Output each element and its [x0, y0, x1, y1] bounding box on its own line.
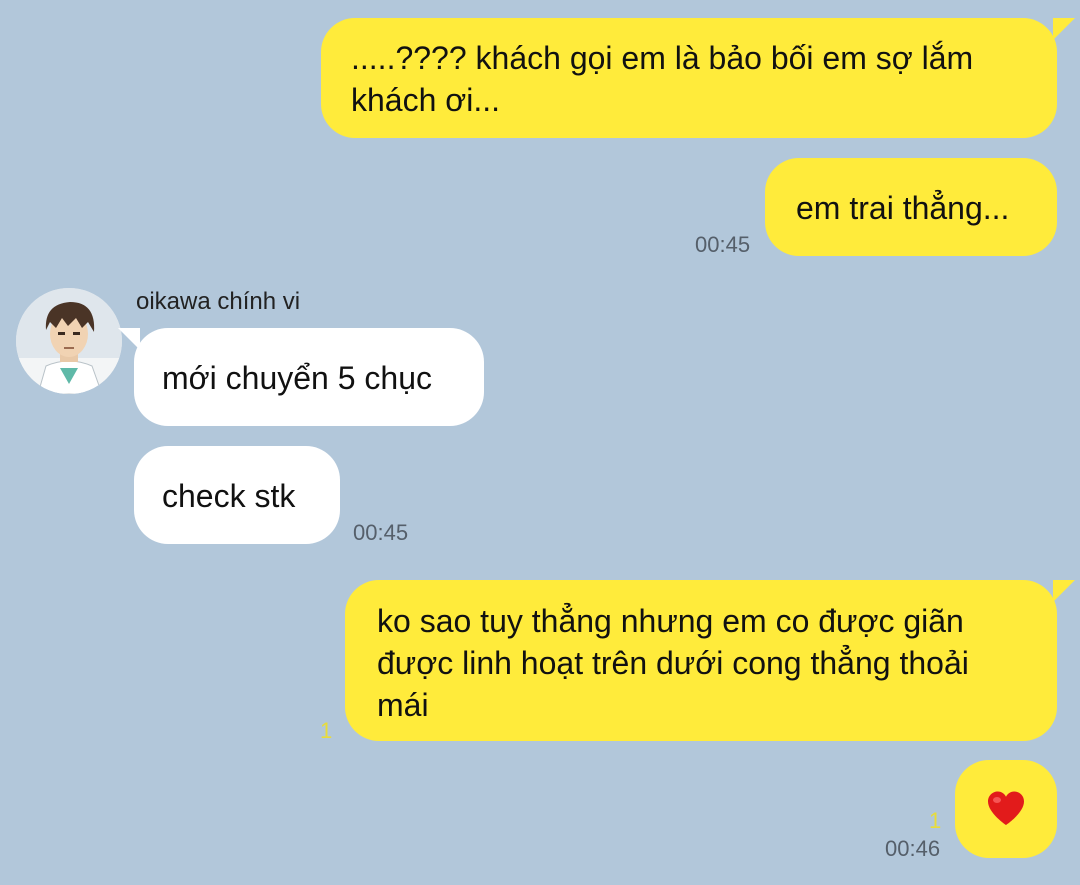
heart-emoji-icon: [986, 789, 1026, 829]
message-text: check stk: [162, 478, 296, 514]
message-bubble-outgoing[interactable]: ko sao tuy thẳng nhưng em co được giãn đ…: [345, 580, 1075, 741]
message-bubble-outgoing[interactable]: .....???? khách gọi em là bảo bối em sợ …: [321, 18, 1075, 138]
message-bubble-outgoing[interactable]: ❤️: [955, 760, 1057, 858]
message-bubble-incoming[interactable]: check stk: [134, 446, 340, 544]
read-count: 1: [320, 718, 333, 743]
message-text: mới chuyển 5 chục: [162, 360, 432, 396]
message-text: em trai thẳng...: [796, 190, 1010, 226]
oikawa-avatar-icon: [16, 288, 122, 394]
message-bubble-incoming[interactable]: mới chuyển 5 chục: [118, 328, 484, 426]
message-bubble-outgoing[interactable]: em trai thẳng...: [765, 158, 1057, 256]
message-text: .....???? khách gọi em là bảo bối em sợ …: [351, 40, 974, 118]
message-text: ko sao tuy thẳng nhưng em co được giãn đ…: [377, 603, 969, 723]
read-count: 1: [929, 808, 942, 833]
message-timestamp: 00:45: [353, 520, 409, 545]
sender-name: oikawa chính vi: [136, 288, 301, 315]
message-timestamp: 00:45: [695, 232, 751, 257]
message-timestamp: 00:46: [885, 836, 941, 861]
contact-avatar[interactable]: [16, 288, 122, 394]
